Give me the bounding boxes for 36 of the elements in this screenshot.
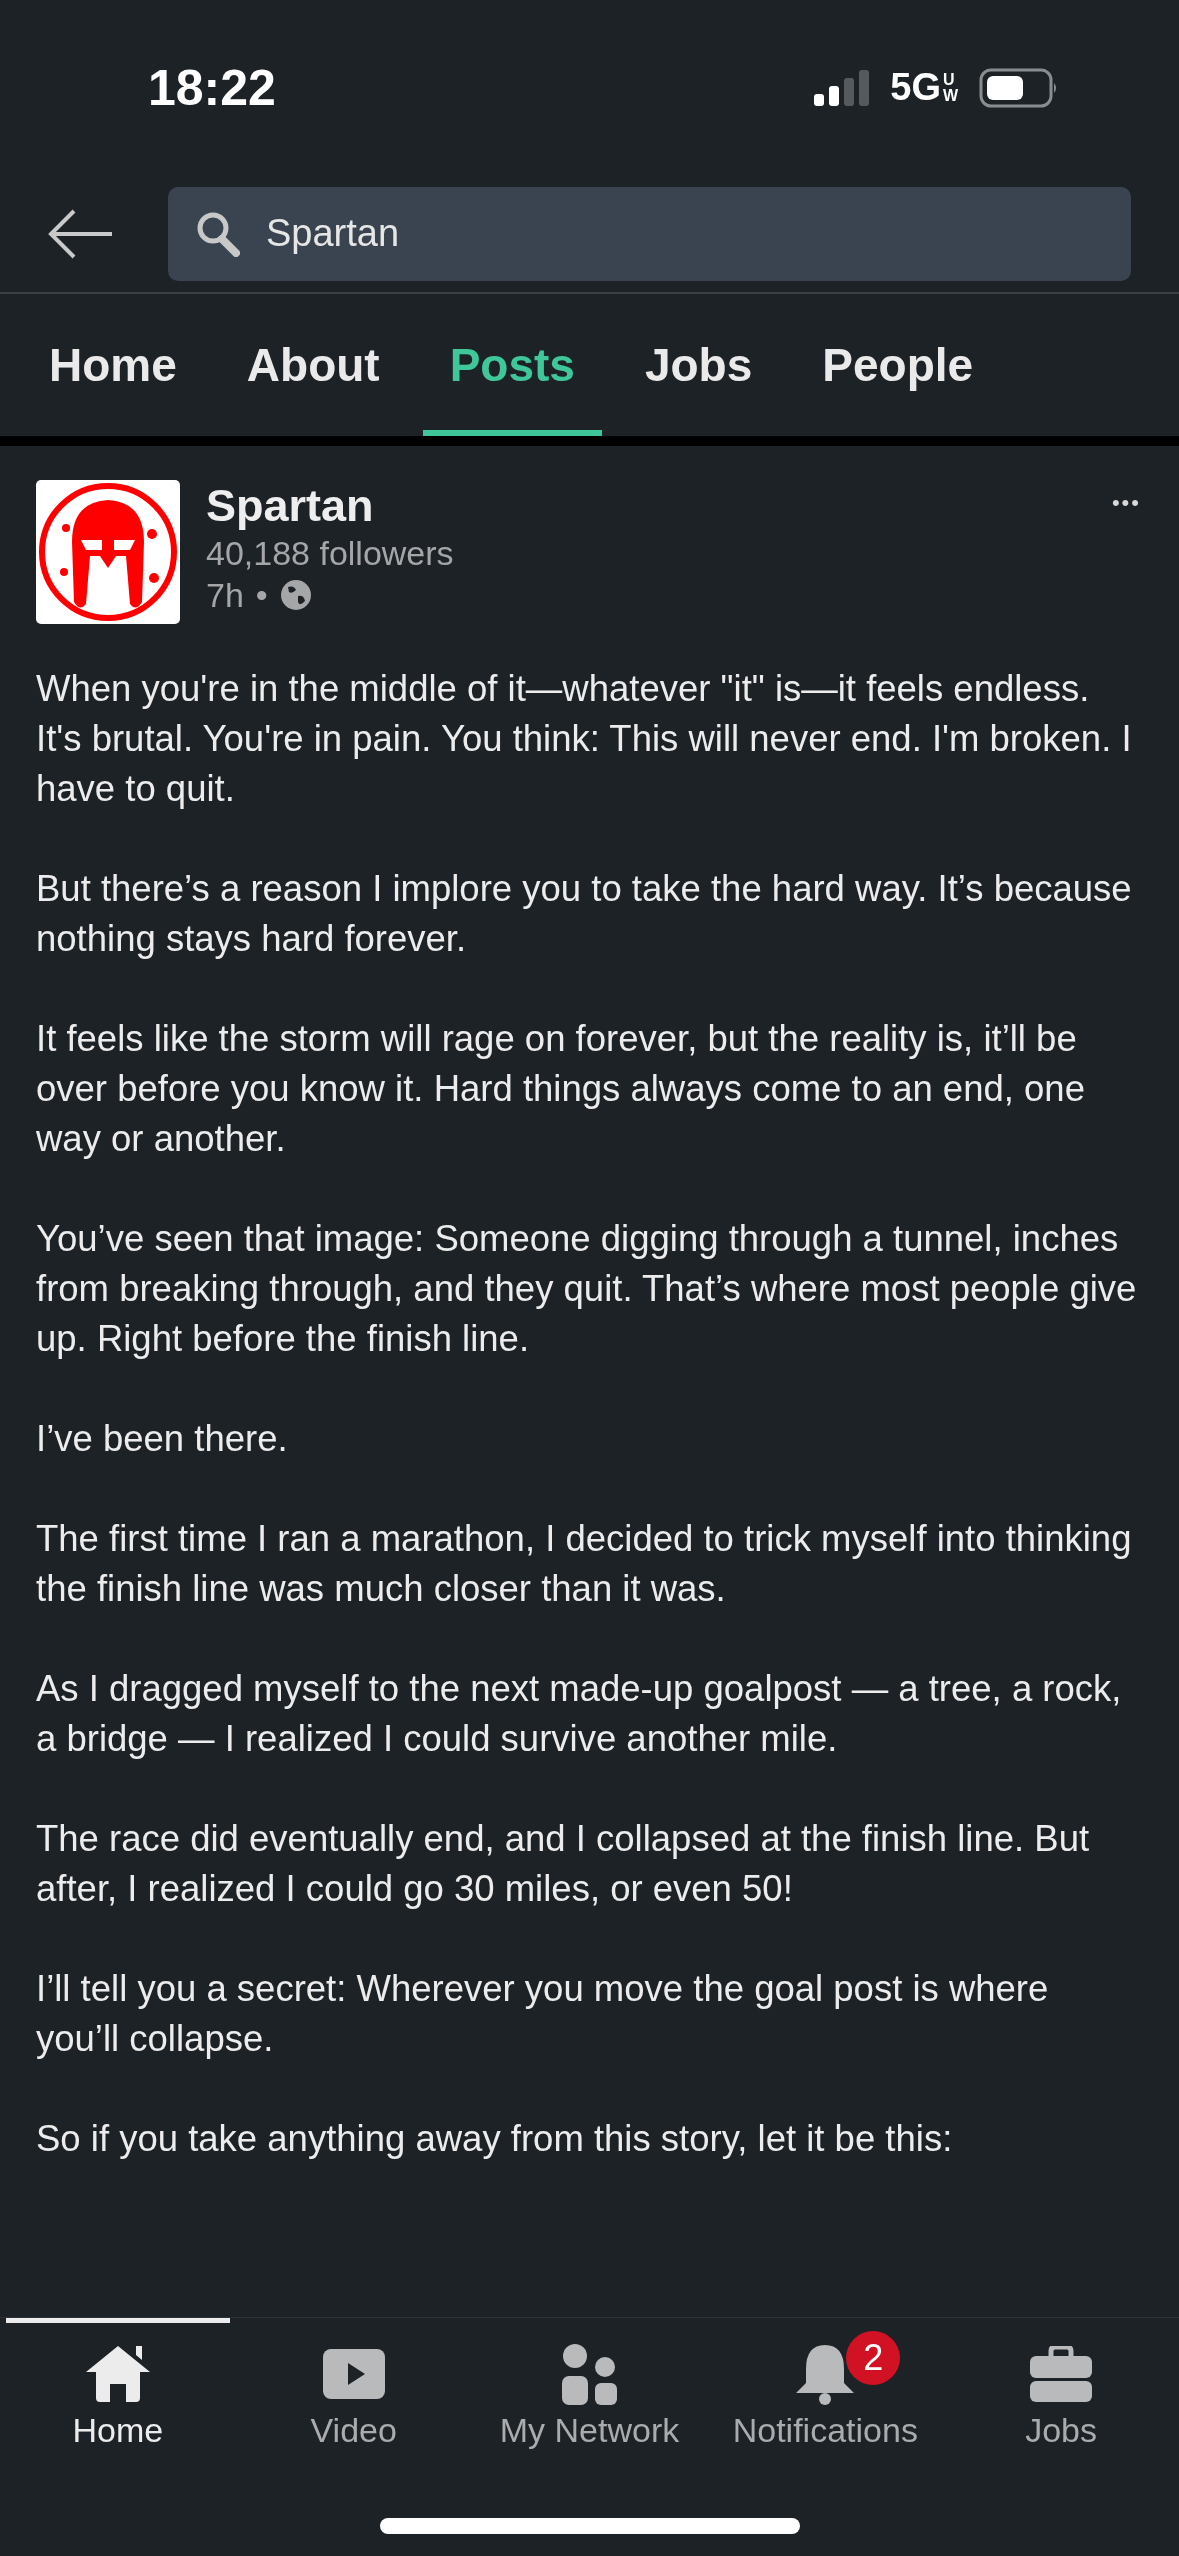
search-field[interactable]: Spartan	[168, 186, 1131, 281]
search-icon	[196, 210, 240, 257]
tab[interactable]: Jobs	[617, 294, 780, 436]
battery-icon	[979, 67, 1059, 108]
nav-tab[interactable]: My Network	[477, 2318, 702, 2556]
briefcase-icon	[1030, 2346, 1093, 2402]
nav-tab[interactable]: Jobs	[949, 2318, 1173, 2556]
post-paragraph: You’ve seen that image: Someone digging through a tunnel, inches from breaking through, and they quit. That’s where most people give up. Right before the finish line.	[36, 1217, 1138, 1361]
post-paragraph: The first time I ran a marathon, I decided to trick myself into thinking the finish line was much closer than it was.	[36, 1517, 1133, 1611]
tab[interactable]: About	[219, 294, 407, 436]
post-time: 7h	[206, 575, 244, 616]
tab[interactable]: Posts	[422, 294, 602, 436]
follower-count: 40,188 followers	[206, 533, 455, 574]
globe-icon	[279, 579, 312, 611]
more-options-button[interactable]: •••	[1111, 490, 1141, 516]
post-paragraph: As I dragged myself to the next made-up goalpost — a tree, a rock, a bridge — I realized I could survive another mile.	[36, 1667, 1123, 1761]
nav-tab[interactable]: 2 Notifications	[713, 2318, 938, 2556]
tab[interactable]: Home	[22, 294, 204, 436]
play-icon	[322, 2349, 385, 2399]
company-name[interactable]: Spartan	[206, 480, 1086, 532]
post-paragraph: I’ve been there.	[36, 1417, 289, 1461]
post-paragraph: When you're in the middle of it—whatever "it" is—it feels endless. It's brutal. You're in pain. You think: This will never end. I'm broken. I have to quit.	[36, 667, 1133, 811]
nav-tab[interactable]: Home	[6, 2318, 230, 2556]
people-icon	[561, 2343, 618, 2405]
post-paragraph: The race did eventually end, and I collapsed at the finish line. But after, I realized I could go 30 miles, or even 50!	[36, 1817, 1091, 1911]
post-paragraph: But there’s a reason I implore you to take the hard way. It’s because nothing stays hard forever.	[36, 867, 1133, 961]
notification-badge: 2	[846, 2331, 901, 2385]
bell-icon	[794, 2343, 857, 2405]
post-paragraph: I’ll tell you a secret: Wherever you move the goal post is where you’ll collapse.	[36, 1967, 1050, 2061]
post-paragraph: So if you take anything away from this story, let it be this:	[36, 2117, 954, 2161]
tab[interactable]: People	[795, 294, 1001, 436]
status-time: 18:22	[148, 58, 276, 117]
separator-dot: •	[255, 575, 268, 616]
post-paragraph: It feels like the storm will rage on forever, but the reality is, it’ll be over before you know it. Hard things always come to an end, one way or another.	[36, 1017, 1086, 1161]
nav-tab[interactable]: Video	[241, 2318, 466, 2556]
back-arrow-icon[interactable]	[48, 208, 114, 259]
